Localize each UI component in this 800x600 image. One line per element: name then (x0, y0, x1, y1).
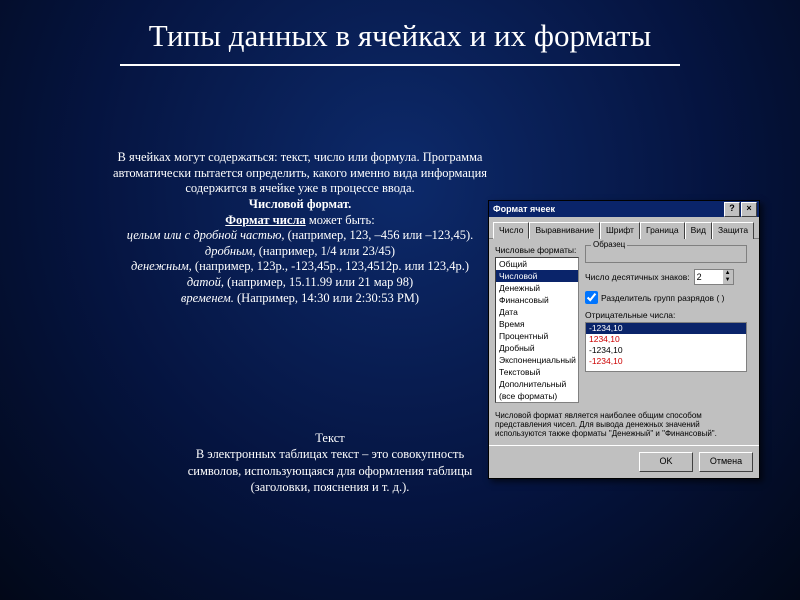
text-body: В электронных таблицах текст – это совок… (180, 446, 480, 495)
tab-border[interactable]: Граница (640, 222, 685, 239)
list-item[interactable]: (все форматы) (496, 390, 578, 402)
dialog-titlebar[interactable]: Формат ячеек ? × (489, 201, 759, 217)
dialog-title: Формат ячеек (493, 204, 555, 214)
list-item[interactable]: Экспоненциальный (496, 354, 578, 366)
spinner-arrows-icon[interactable]: ▲▼ (723, 270, 733, 284)
decimals-input[interactable] (695, 271, 723, 283)
neg-item[interactable]: -1234,10 (586, 345, 746, 356)
list-item[interactable]: Числовой (496, 270, 578, 282)
list-item[interactable]: Дополнительный (496, 378, 578, 390)
formats-label: Числовые форматы: (495, 245, 579, 255)
tab-view[interactable]: Вид (685, 222, 712, 239)
list-item[interactable]: Текстовый (496, 366, 578, 378)
list-item[interactable]: Процентный (496, 330, 578, 342)
help-button[interactable]: ? (724, 202, 740, 217)
tab-font[interactable]: Шрифт (600, 222, 640, 239)
line-money: денежным, (например, 123р., -123,45р., 1… (110, 259, 490, 275)
decimals-spinner[interactable]: ▲▼ (694, 269, 734, 285)
ok-button[interactable]: OK (639, 452, 693, 472)
decimals-label: Число десятичных знаков: (585, 272, 690, 282)
line-time: временем. (Например, 14:30 или 2:30:53 P… (110, 291, 490, 307)
neg-item[interactable]: -1234,10 (586, 356, 746, 367)
neg-item[interactable]: -1234,10 (586, 323, 746, 334)
sample-label: Образец (591, 240, 627, 249)
tab-protection[interactable]: Защита (712, 222, 754, 239)
format-description: Числовой формат является наиболее общим … (495, 411, 753, 439)
format-number-line: Формат числа может быть: (110, 213, 490, 229)
dialog-tabs: Число Выравнивание Шрифт Граница Вид Защ… (489, 217, 759, 239)
tab-number[interactable]: Число (493, 222, 529, 239)
negatives-listbox[interactable]: -1234,10 1234,10 -1234,10 -1234,10 (585, 322, 747, 372)
main-text: В ячейках могут содержаться: текст, числ… (110, 150, 490, 306)
separator-input[interactable] (585, 291, 598, 304)
intro-paragraph: В ячейках могут содержаться: текст, числ… (110, 150, 490, 197)
title-underline (120, 64, 680, 66)
list-item[interactable]: Время (496, 318, 578, 330)
list-item[interactable]: Общий (496, 258, 578, 270)
numeric-format-header: Числовой формат. (110, 197, 490, 213)
negatives-label: Отрицательные числа: (585, 310, 753, 320)
line-fraction: дробным, (например, 1/4 или 23/45) (110, 244, 490, 260)
format-cells-dialog: Формат ячеек ? × Число Выравнивание Шриф… (488, 200, 760, 479)
text-header: Текст (180, 430, 480, 446)
tab-alignment[interactable]: Выравнивание (529, 222, 600, 239)
formats-listbox[interactable]: Общий Числовой Денежный Финансовый Дата … (495, 257, 579, 403)
list-item[interactable]: Финансовый (496, 294, 578, 306)
line-integer: целым или с дробной частью, (например, 1… (110, 228, 490, 244)
close-button[interactable]: × (741, 202, 757, 217)
thousands-separator-checkbox[interactable]: Разделитель групп разрядов ( ) (585, 291, 753, 304)
neg-item[interactable]: 1234,10 (586, 334, 746, 345)
list-item[interactable]: Дата (496, 306, 578, 318)
list-item[interactable]: Денежный (496, 282, 578, 294)
line-date: датой, (например, 15.11.99 или 21 мар 98… (110, 275, 490, 291)
list-item[interactable]: Дробный (496, 342, 578, 354)
slide-title: Типы данных в ячейках и их форматы (0, 0, 800, 60)
text-section: Текст В электронных таблицах текст – это… (180, 430, 480, 495)
sample-box: Образец (585, 245, 747, 263)
cancel-button[interactable]: Отмена (699, 452, 753, 472)
